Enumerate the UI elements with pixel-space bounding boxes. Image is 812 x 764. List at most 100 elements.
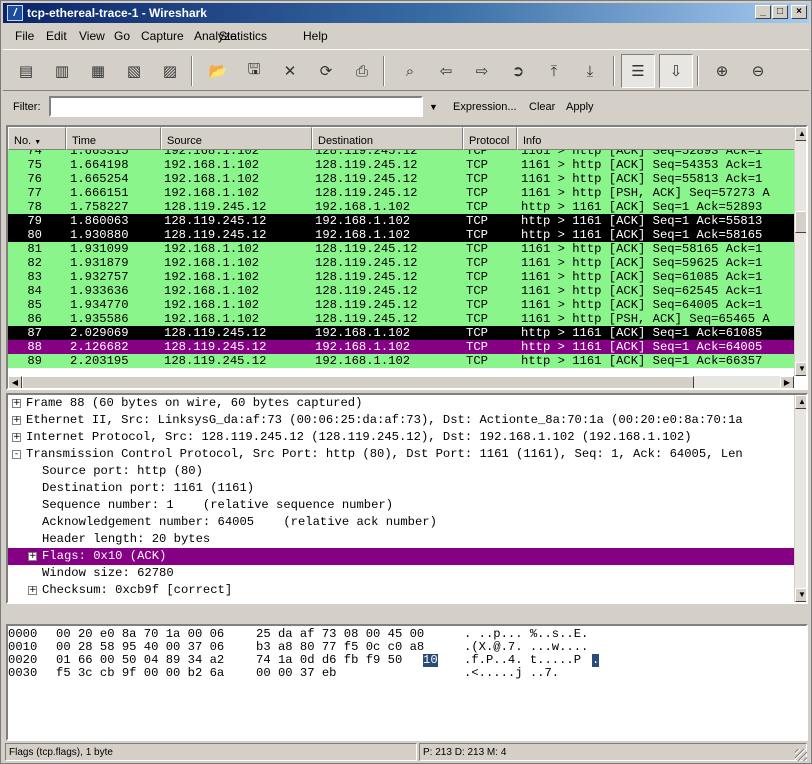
detail-tree-item[interactable]: Destination port: 1161 (1161) (8, 480, 794, 497)
packet-row[interactable]: 86 1.935586 192.168.1.102 128.119.245.12 TCP… (8, 312, 794, 326)
go-last-packet-icon[interactable]: ⤓ (577, 58, 603, 84)
interfaces-icon[interactable]: ▤ (13, 58, 39, 84)
detail-tree-item[interactable]: Source port: http (80) (8, 463, 794, 480)
detail-tree-item[interactable]: + Checksum: 0xcb9f [correct] (8, 582, 794, 599)
expand-icon[interactable]: + (12, 416, 21, 425)
hscrollbar-thumb[interactable] (22, 376, 694, 388)
minimize-button[interactable]: _ (755, 5, 771, 19)
clear-button[interactable]: Clear (529, 101, 555, 113)
maximize-button[interactable]: □ (772, 5, 788, 19)
packet-row[interactable]: 77 1.666151 192.168.1.102 128.119.245.12 TCP… (8, 186, 794, 200)
detail-tree-item[interactable]: + Internet Protocol, Src: 128.119.245.12 … (8, 429, 794, 446)
scroll-down-icon[interactable]: ▼ (795, 362, 806, 376)
packet-row[interactable]: 84 1.933636 192.168.1.102 128.119.245.12 TCP… (8, 284, 794, 298)
packet-cell-proto: TCP (466, 256, 488, 270)
go-forward-icon[interactable]: ⇨ (469, 58, 495, 84)
menu-file[interactable]: File (15, 29, 34, 43)
packet-row[interactable]: 78 1.758227 128.119.245.12 192.168.1.102 TCP… (8, 200, 794, 214)
scroll-up-icon[interactable]: ▲ (795, 127, 806, 141)
column-header-time[interactable]: Time (66, 127, 161, 150)
packet-list-vscrollbar[interactable]: ▲ ▼ (794, 127, 806, 376)
packet-row[interactable]: 89 2.203195 128.119.245.12 192.168.1.102 TCP… (8, 354, 794, 368)
packet-row[interactable]: 80 1.930880 128.119.245.12 192.168.1.102 TCP… (8, 228, 794, 242)
capture-options-icon[interactable]: ▥ (49, 58, 75, 84)
detail-tree-item[interactable]: Window size: 62780 (8, 565, 794, 582)
detail-tree-item[interactable]: Header length: 20 bytes (8, 531, 794, 548)
hex-offset[interactable]: 0030 (8, 667, 37, 680)
packet-cell-time: 1.860063 (70, 214, 129, 228)
packet-row[interactable]: 87 2.029069 128.119.245.12 192.168.1.102 TCP… (8, 326, 794, 340)
print-icon[interactable]: ⎙ (349, 58, 375, 84)
expand-icon[interactable]: + (12, 433, 21, 442)
go-back-icon[interactable]: ⇦ (433, 58, 459, 84)
filter-dropdown-icon[interactable]: ▼ (429, 102, 438, 112)
hex-ascii[interactable]: .<.....j ..7. (464, 667, 559, 680)
open-file-icon[interactable]: 📂 (205, 58, 231, 84)
menu-capture[interactable]: Capture (141, 29, 184, 43)
column-header-info[interactable]: Info (517, 127, 798, 150)
packet-bytes-pane[interactable]: 0000 00 20 e0 8a 70 1a 00 06 25 da af 73 0… (6, 624, 808, 741)
collapse-icon[interactable]: - (12, 450, 21, 459)
expand-icon[interactable]: + (28, 586, 37, 595)
packet-row[interactable]: 83 1.932757 192.168.1.102 128.119.245.12 TCP… (8, 270, 794, 284)
column-header-no[interactable]: No. ▼ (8, 127, 66, 150)
close-button[interactable]: × (791, 5, 807, 19)
expand-icon[interactable]: + (12, 399, 21, 408)
scrollbar-thumb[interactable] (795, 211, 806, 233)
details-vscrollbar[interactable]: ▲ ▼ (794, 395, 806, 602)
wireshark-app-icon[interactable]: / (7, 5, 23, 21)
menu-help[interactable]: Help (303, 29, 328, 43)
close-file-icon[interactable]: ✕ (277, 58, 303, 84)
column-header-protocol[interactable]: Protocol (463, 127, 517, 150)
detail-tree-item[interactable]: + Flags: 0x10 (ACK) (8, 548, 794, 565)
reload-icon[interactable]: ⟳ (313, 58, 339, 84)
detail-tree-item[interactable]: + Ethernet II, Src: LinksysG_da:af:73 (00… (8, 412, 794, 429)
column-header-destination[interactable]: Destination (312, 127, 463, 150)
save-file-icon[interactable]: 🖫 (241, 58, 267, 84)
colorize-icon[interactable]: ☰ (621, 54, 655, 88)
packet-row[interactable]: 85 1.934770 192.168.1.102 128.119.245.12 TCP… (8, 298, 794, 312)
column-header-source[interactable]: Source (161, 127, 312, 150)
restart-capture-icon[interactable]: ▨ (157, 58, 183, 84)
packet-row[interactable]: 74 1.663315 192.168.1.102 128.119.245.12 TCP… (8, 150, 794, 158)
zoom-out-icon[interactable]: ⊖ (745, 58, 771, 84)
scroll-left-icon[interactable]: ◀ (8, 376, 22, 388)
expression-button[interactable]: Expression... (453, 101, 517, 113)
menu-go[interactable]: Go (114, 29, 130, 43)
packet-row[interactable]: 88 2.126682 128.119.245.12 192.168.1.102 TCP… (8, 340, 794, 354)
title-bar[interactable]: / tcp-ethereal-trace-1 - Wireshark _ □ × (3, 3, 809, 23)
scroll-right-icon[interactable]: ▶ (780, 376, 794, 388)
menu-statistics[interactable]: Statistics (219, 29, 267, 43)
auto-scroll-icon[interactable]: ⇩ (659, 54, 693, 88)
find-packet-icon[interactable]: ⌕ (397, 58, 423, 84)
resize-grip-icon[interactable] (795, 749, 807, 761)
packet-row[interactable]: 81 1.931099 192.168.1.102 128.119.245.12 TCP… (8, 242, 794, 256)
scroll-down-icon[interactable]: ▼ (795, 588, 806, 602)
stop-capture-icon[interactable]: ▧ (121, 58, 147, 84)
menu-view[interactable]: View (79, 29, 105, 43)
expand-icon[interactable]: + (28, 552, 37, 561)
packet-list-hscrollbar[interactable]: ◀ ▶ (8, 376, 794, 388)
hex-hex_b[interactable]: 00 00 37 eb (256, 667, 336, 680)
detail-tree-item[interactable]: Acknowledgement number: 64005 (relative … (8, 514, 794, 531)
apply-button[interactable]: Apply (566, 101, 594, 113)
detail-tree-item[interactable]: + Frame 88 (60 bytes on wire, 60 bytes ca… (8, 395, 794, 412)
hex-hex_a[interactable]: f5 3c cb 9f 00 00 b2 6a (56, 667, 224, 680)
packet-list-pane[interactable]: No. ▼ Time Source Destination Protocol I… (6, 125, 808, 390)
packet-details-pane[interactable]: + Frame 88 (60 bytes on wire, 60 bytes ca… (6, 393, 808, 604)
menu-edit[interactable]: Edit (46, 29, 67, 43)
detail-tree-item[interactable]: Sequence number: 1 (relative sequence nu… (8, 497, 794, 514)
scroll-up-icon[interactable]: ▲ (795, 395, 806, 409)
detail-tree-item[interactable]: - Transmission Control Protocol, Src Port… (8, 446, 794, 463)
packet-row[interactable]: 79 1.860063 128.119.245.12 192.168.1.102 TCP… (8, 214, 794, 228)
start-capture-icon[interactable]: ▦ (85, 58, 111, 84)
packet-row[interactable]: 76 1.665254 192.168.1.102 128.119.245.12 TCP… (8, 172, 794, 186)
zoom-in-icon[interactable]: ⊕ (709, 58, 735, 84)
go-first-packet-icon[interactable]: ⤒ (541, 58, 567, 84)
packet-row[interactable]: 75 1.664198 192.168.1.102 128.119.245.12 TCP… (8, 158, 794, 172)
filter-input[interactable] (49, 96, 423, 117)
hex-ascii_hl[interactable]: . (592, 654, 600, 667)
hex-hex_hl[interactable]: 10 (423, 654, 438, 667)
packet-row[interactable]: 82 1.931879 192.168.1.102 128.119.245.12 TCP… (8, 256, 794, 270)
go-to-packet-icon[interactable]: ➲ (505, 58, 531, 84)
